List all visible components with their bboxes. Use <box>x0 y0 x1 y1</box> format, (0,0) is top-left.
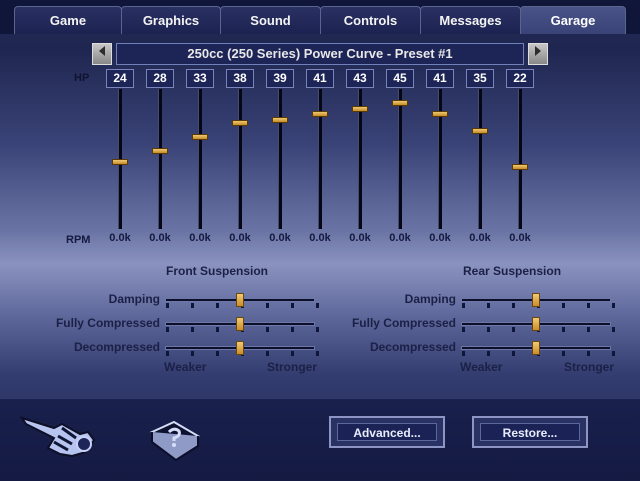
slider-tick <box>562 327 565 332</box>
front-stronger-label: Stronger <box>267 360 318 374</box>
tab-label: Sound <box>250 13 291 28</box>
suspension-slider-handle[interactable] <box>532 317 540 331</box>
front-suspension-title: Front Suspension <box>166 264 268 278</box>
power-slider-handle[interactable] <box>112 158 128 165</box>
front-weaker-label: Weaker <box>164 360 207 374</box>
rear-stronger-label: Stronger <box>564 360 615 374</box>
rpm-value: 0.0k <box>229 232 251 244</box>
tab-label: Messages <box>439 13 502 28</box>
hp-value-box: 41 <box>426 69 454 88</box>
rpm-value: 0.0k <box>509 232 531 244</box>
hp-value-box: 38 <box>226 69 254 88</box>
slider-tick <box>612 327 615 332</box>
slider-tick <box>562 303 565 308</box>
power-slider-track[interactable] <box>478 89 482 229</box>
rpm-value: 0.0k <box>269 232 291 244</box>
hp-value-box: 41 <box>306 69 334 88</box>
suspension-label: Fully Compressed <box>351 316 456 330</box>
left-arrow-icon <box>99 46 105 56</box>
prev-curve-button[interactable] <box>92 43 112 65</box>
power-curve-selector: 250cc (250 Series) Power Curve - Preset … <box>92 43 548 65</box>
slider-tick <box>612 351 615 356</box>
power-slider-handle[interactable] <box>392 100 408 106</box>
slider-tick <box>562 351 565 356</box>
rpm-value: 0.0k <box>469 232 491 244</box>
hp-value-box: 43 <box>346 69 374 88</box>
power-slider-handle[interactable] <box>512 164 528 171</box>
suspension-slider-handle[interactable] <box>532 341 540 355</box>
rpm-value: 0.0k <box>189 232 211 244</box>
power-slider-track[interactable] <box>318 89 322 229</box>
tab-label: Controls <box>343 13 398 28</box>
power-slider-handle[interactable] <box>472 128 488 134</box>
slider-tick <box>487 327 490 332</box>
rpm-value: 0.0k <box>109 232 131 244</box>
rear-suspension-title: Rear Suspension <box>463 264 562 278</box>
slider-tick <box>587 303 590 308</box>
right-arrow-icon <box>535 46 541 56</box>
tab-sound[interactable]: Sound <box>220 6 321 34</box>
manual-book-icon[interactable] <box>148 420 202 462</box>
power-slider-track[interactable] <box>198 89 202 229</box>
slider-tick <box>612 303 615 308</box>
rear-weaker-label: Weaker <box>460 360 503 374</box>
power-slider-handle[interactable] <box>152 147 168 154</box>
pointing-hand-icon[interactable] <box>18 404 100 464</box>
power-slider-handle[interactable] <box>432 111 448 118</box>
power-slider-handle[interactable] <box>192 133 208 140</box>
advanced-button-label: Advanced... <box>337 423 437 441</box>
hp-value-box: 24 <box>106 69 134 88</box>
suspension-label: Damping <box>404 292 456 306</box>
suspension-slider-handle[interactable] <box>532 293 540 307</box>
power-curve-title: 250cc (250 Series) Power Curve - Preset … <box>116 43 524 65</box>
suspension-label: Decompressed <box>369 340 456 354</box>
slider-tick <box>512 351 515 356</box>
slider-tick <box>462 351 465 356</box>
hp-value-box: 33 <box>186 69 214 88</box>
slider-tick <box>462 327 465 332</box>
power-slider-handle[interactable] <box>272 116 288 123</box>
slider-tick <box>487 351 490 356</box>
slider-tick <box>487 303 490 308</box>
restore-button[interactable]: Restore... <box>472 416 588 448</box>
tab-label: Garage <box>550 13 596 28</box>
hp-value-box: 35 <box>466 69 494 88</box>
power-slider-track[interactable] <box>278 89 282 229</box>
tab-label: Game <box>49 13 87 28</box>
next-curve-button[interactable] <box>528 43 548 65</box>
hp-value-box: 45 <box>386 69 414 88</box>
power-slider-track[interactable] <box>398 89 402 229</box>
hp-value-box: 22 <box>506 69 534 88</box>
advanced-button[interactable]: Advanced... <box>329 416 445 448</box>
power-slider-track[interactable] <box>158 89 162 229</box>
hp-label: HP <box>74 72 90 84</box>
tab-game[interactable]: Game <box>14 6 122 34</box>
rpm-value: 0.0k <box>429 232 451 244</box>
slider-tick <box>587 351 590 356</box>
restore-button-label: Restore... <box>480 423 580 441</box>
tab-graphics[interactable]: Graphics <box>121 6 221 34</box>
slider-tick <box>512 303 515 308</box>
tab-messages[interactable]: Messages <box>420 6 521 34</box>
power-slider-handle[interactable] <box>352 105 368 112</box>
tab-garage[interactable]: Garage <box>520 6 626 34</box>
tab-bar: Game Graphics Sound Controls Messages Ga… <box>0 0 640 34</box>
rpm-value: 0.0k <box>309 232 331 244</box>
slider-tick <box>587 327 590 332</box>
power-slider-handle[interactable] <box>232 119 248 126</box>
rpm-value: 0.0k <box>389 232 411 244</box>
rpm-value: 0.0k <box>349 232 371 244</box>
rpm-label: RPM <box>66 234 91 246</box>
slider-tick <box>512 327 515 332</box>
hp-value-box: 39 <box>266 69 294 88</box>
power-slider-track[interactable] <box>518 89 522 229</box>
slider-tick <box>462 303 465 308</box>
tab-controls[interactable]: Controls <box>320 6 421 34</box>
power-slider-track[interactable] <box>238 89 242 229</box>
power-slider-track[interactable] <box>438 89 442 229</box>
rpm-value: 0.0k <box>149 232 171 244</box>
power-slider-handle[interactable] <box>312 111 328 118</box>
hp-value-box: 28 <box>146 69 174 88</box>
tab-label: Graphics <box>142 13 200 28</box>
